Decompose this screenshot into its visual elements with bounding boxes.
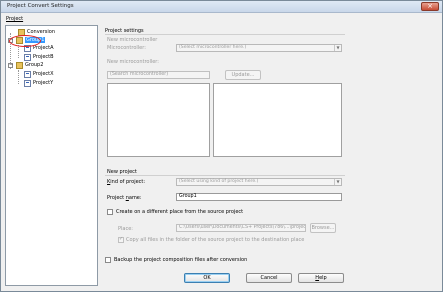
project-name-label: Project name: (107, 195, 142, 201)
new-microcontroller-label: New microcontroller: (107, 59, 159, 65)
highlight-annotation (9, 35, 41, 47)
kind-of-project-label: Kind of project: (107, 179, 146, 185)
search-microcontroller-input[interactable]: (Search microcontroller) (107, 71, 210, 79)
tree-project-y[interactable]: ProjectY (24, 79, 53, 87)
tree-label: ProjectX (33, 71, 54, 77)
tree-label: ProjectY (33, 80, 54, 86)
project-convert-settings-window: Project Convert Settings × Project Conve… (0, 0, 443, 292)
kind-of-project-value: (Select using kind of project here.) (179, 179, 259, 184)
project-name-input[interactable]: Group1 (176, 193, 342, 201)
cancel-button[interactable]: Cancel (246, 273, 292, 283)
project-file-icon (24, 70, 31, 78)
menu-project[interactable]: Project (6, 16, 23, 22)
microcontroller-select-value: (Select microcontroller here.) (179, 45, 247, 50)
kind-of-project-select[interactable]: (Select using kind of project here.) ▼ (176, 178, 342, 186)
chevron-down-icon: ▼ (334, 45, 341, 51)
tree-project-b[interactable]: ProjectB (24, 53, 54, 61)
project-file-icon (24, 53, 31, 61)
create-different-place-checkbox[interactable] (107, 209, 113, 215)
divider (105, 175, 345, 176)
tree-label: ProjectB (33, 54, 54, 60)
backup-checkbox[interactable] (105, 257, 111, 263)
tree-connector (18, 70, 19, 84)
copy-all-files-checkbox[interactable] (118, 236, 124, 243)
tree-label: ProjectA (33, 45, 54, 51)
microcontroller-detail-list[interactable] (213, 83, 342, 157)
microcontroller-list[interactable] (107, 83, 210, 157)
tree-label: Conversion (27, 29, 56, 35)
browse-button[interactable]: Browse... (310, 223, 336, 233)
menu-bar: Project (1, 14, 442, 24)
place-label: Place: (118, 226, 133, 232)
tree-label: Group2 (25, 62, 44, 68)
create-different-place-label: Create on a different place from the sou… (116, 209, 244, 215)
new-microcontroller-group-title: New microcontroller (107, 37, 158, 43)
divider (105, 34, 345, 35)
ok-button[interactable]: OK (184, 273, 230, 283)
chevron-down-icon: ▼ (334, 179, 341, 185)
microcontroller-label: Microcontroller: (107, 45, 146, 51)
folder-icon (16, 61, 23, 69)
tree-project-x[interactable]: ProjectX (24, 70, 54, 78)
place-input[interactable]: C:\Users\user\Documents\CS+ Projects\786… (176, 224, 306, 232)
collapse-icon[interactable]: − (8, 63, 13, 68)
update-button[interactable]: Update... (225, 70, 261, 80)
help-button[interactable]: Help (298, 273, 344, 283)
title-bar: Project Convert Settings × (1, 1, 442, 13)
tree-group2[interactable]: Group2 (16, 61, 43, 69)
project-file-icon (24, 79, 31, 87)
close-button[interactable]: × (421, 2, 439, 11)
project-tree[interactable]: Conversion − Group1 ProjectA ProjectB − … (5, 25, 98, 286)
backup-label: Backup the project composition files aft… (114, 257, 248, 263)
window-title: Project Convert Settings (7, 3, 74, 9)
copy-all-files-label: Copy all files in the folder of the sour… (126, 237, 305, 243)
microcontroller-select[interactable]: (Select microcontroller here.) ▼ (176, 44, 342, 52)
